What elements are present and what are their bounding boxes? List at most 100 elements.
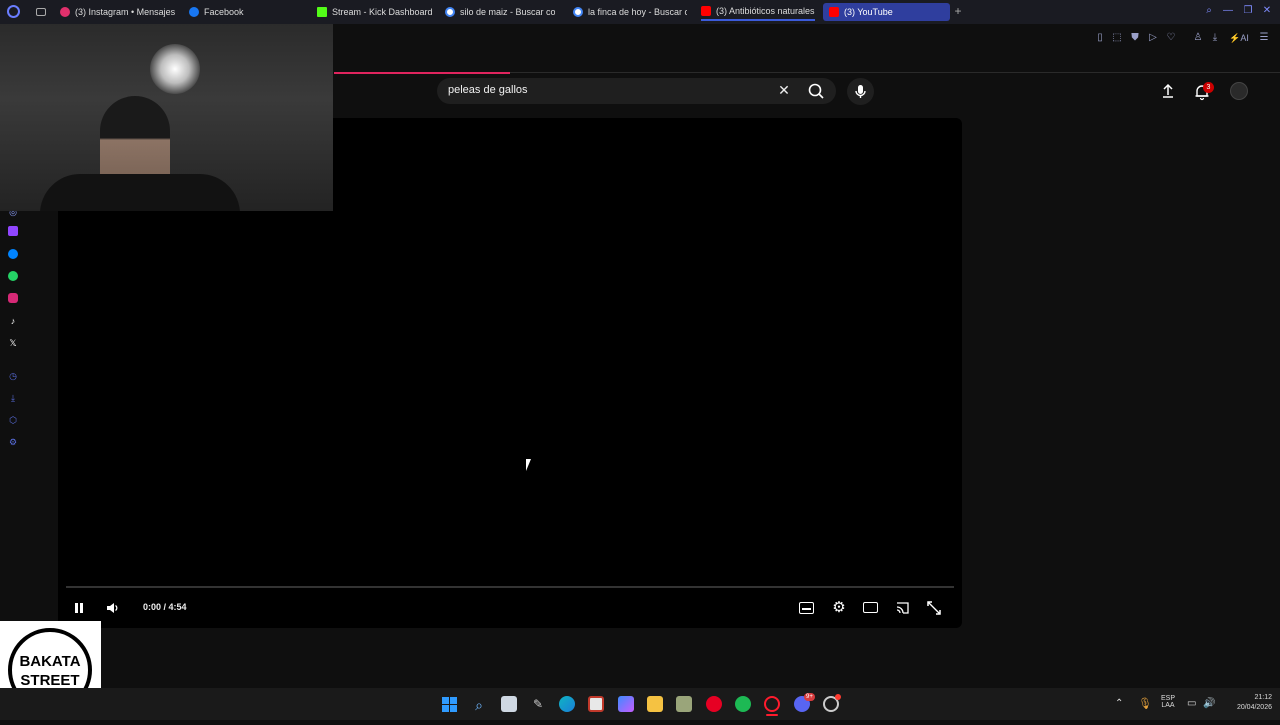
cast-button[interactable]	[895, 601, 910, 615]
opera-gx-icon[interactable]	[764, 696, 780, 712]
profile-sync-icon[interactable]: ♙	[1192, 32, 1204, 44]
fullscreen-button[interactable]	[927, 601, 941, 615]
youtube-favicon-icon	[701, 6, 711, 16]
tab-label: (3) Instagram • Mensajes	[75, 7, 176, 17]
fullscreen-icon	[927, 601, 941, 615]
windows-taskbar	[0, 688, 1280, 720]
close-window-icon[interactable]: ✕	[1261, 5, 1273, 17]
tray-chevron-icon[interactable]: ⌃	[1115, 698, 1123, 709]
pinterest-icon[interactable]	[706, 696, 722, 712]
settings-button[interactable]: ⚙	[831, 600, 847, 616]
download-icon[interactable]: ⤓	[1209, 32, 1221, 44]
page-load-progress-bar	[334, 72, 510, 74]
task-view-icon[interactable]	[501, 696, 517, 712]
tab-switcher-icon[interactable]	[36, 8, 46, 16]
microphone-icon	[855, 85, 866, 98]
upload-button[interactable]	[1160, 83, 1176, 99]
instagram-favicon-icon	[60, 7, 70, 17]
instagram-icon[interactable]	[8, 293, 18, 303]
pin-icon[interactable]: ▯	[1094, 32, 1106, 44]
history-icon[interactable]: ◷	[7, 370, 19, 382]
video-progress-bar[interactable]	[66, 586, 954, 588]
tab-label: (3) Antibióticos naturales	[716, 6, 815, 16]
subtitles-icon	[802, 608, 811, 610]
x-icon[interactable]: 𝕏	[7, 337, 19, 349]
subtitles-button[interactable]	[799, 602, 814, 614]
twitch-icon[interactable]	[8, 226, 18, 236]
clear-search-icon[interactable]: ✕	[777, 83, 791, 97]
copilot-icon[interactable]	[618, 696, 634, 712]
search-button[interactable]	[805, 80, 827, 102]
speaker-icon[interactable]: 🔊	[1203, 698, 1215, 709]
pen-app-icon[interactable]: ✎	[530, 696, 546, 712]
active-app-indicator	[766, 714, 778, 716]
app-red-dot	[835, 694, 841, 700]
tab-label: silo de maiz - Buscar con	[460, 7, 555, 17]
tab-antibioticos[interactable]: (3) Antibióticos naturales	[701, 3, 815, 21]
toolbar-divider	[510, 72, 1280, 73]
pause-icon	[75, 603, 83, 613]
google-favicon-icon	[573, 7, 583, 17]
store-app-icon[interactable]	[676, 696, 692, 712]
file-explorer-icon[interactable]	[647, 696, 663, 712]
restore-icon[interactable]: ❐	[1242, 5, 1254, 17]
tab-label: Facebook	[204, 7, 244, 17]
tab-search-icon[interactable]: ⌕	[1203, 5, 1215, 17]
snipping-tool-icon[interactable]	[588, 696, 604, 712]
tab-label: (3) YouTube	[844, 7, 893, 17]
volume-button[interactable]	[105, 601, 119, 615]
pause-button[interactable]	[72, 601, 86, 615]
voice-search-button[interactable]	[847, 78, 874, 105]
heart-icon[interactable]: ♡	[1165, 32, 1177, 44]
lamp-light	[150, 44, 200, 94]
extensions-icon[interactable]: ⬡	[7, 414, 19, 426]
gear-icon: ⚙	[832, 599, 846, 616]
easy-setup-menu-icon[interactable]: ☰	[1258, 32, 1270, 44]
minimize-icon[interactable]: —	[1222, 5, 1234, 17]
language-indicator[interactable]: ESP LAA	[1160, 695, 1176, 709]
upload-icon	[1163, 83, 1173, 98]
search-icon	[808, 83, 824, 99]
tab-facebook[interactable]: Facebook	[189, 3, 309, 21]
messenger-icon[interactable]	[8, 249, 18, 259]
start-button[interactable]	[442, 697, 457, 712]
person-body	[40, 174, 240, 211]
notification-badge: 3	[1203, 82, 1214, 93]
theater-mode-button[interactable]	[863, 602, 878, 613]
avatar[interactable]	[1230, 82, 1248, 100]
tab-youtube[interactable]: (3) YouTube	[823, 3, 950, 21]
whatsapp-icon[interactable]	[8, 271, 18, 281]
cast-icon	[896, 602, 909, 614]
clock[interactable]: 21:12 20/04/2026	[1222, 694, 1272, 711]
new-tab-plus-icon[interactable]: +	[952, 5, 964, 17]
snapshot-icon[interactable]: ⬚	[1111, 32, 1123, 44]
tray-mic-icon[interactable]: 🎙	[1138, 697, 1152, 710]
taskbar-search-button[interactable]: ⌕	[471, 697, 487, 713]
aria-ai-icon[interactable]: ⚡AI	[1229, 32, 1249, 44]
network-icon[interactable]: ▭	[1187, 698, 1196, 709]
play-icon[interactable]: ▷	[1147, 32, 1159, 44]
video-time: 0:00 / 4:54	[143, 602, 187, 612]
shield-icon[interactable]: ⛊	[1129, 32, 1141, 44]
search-input[interactable]: peleas de gallos	[448, 84, 528, 96]
kick-favicon-icon	[317, 7, 327, 17]
google-favicon-icon	[445, 7, 455, 17]
edge-icon[interactable]	[559, 696, 575, 712]
settings-icon[interactable]: ⚙	[7, 436, 19, 448]
facebook-favicon-icon	[189, 7, 199, 17]
opera-menu-icon[interactable]	[7, 5, 20, 18]
discord-badge: 9+	[804, 693, 815, 701]
tab-kick[interactable]: Stream - Kick Dashboard	[317, 3, 437, 21]
tab-silo-de-maiz[interactable]: silo de maiz - Buscar con	[445, 3, 555, 21]
windows-icon	[442, 697, 449, 704]
youtube-favicon-icon	[829, 7, 839, 17]
search-icon: ⌕	[475, 697, 483, 713]
downloads-icon[interactable]: ⤓	[7, 392, 19, 404]
tab-instagram[interactable]: (3) Instagram • Mensajes	[60, 3, 180, 21]
spotify-icon[interactable]	[735, 696, 751, 712]
svg-text:BAKATA: BAKATA	[19, 653, 80, 670]
tiktok-icon[interactable]: ♪	[7, 315, 19, 327]
tab-label: la finca de hoy - Buscar c	[588, 7, 687, 17]
tab-label: Stream - Kick Dashboard	[332, 7, 433, 17]
tab-la-finca-de-hoy[interactable]: la finca de hoy - Buscar c	[573, 3, 687, 21]
